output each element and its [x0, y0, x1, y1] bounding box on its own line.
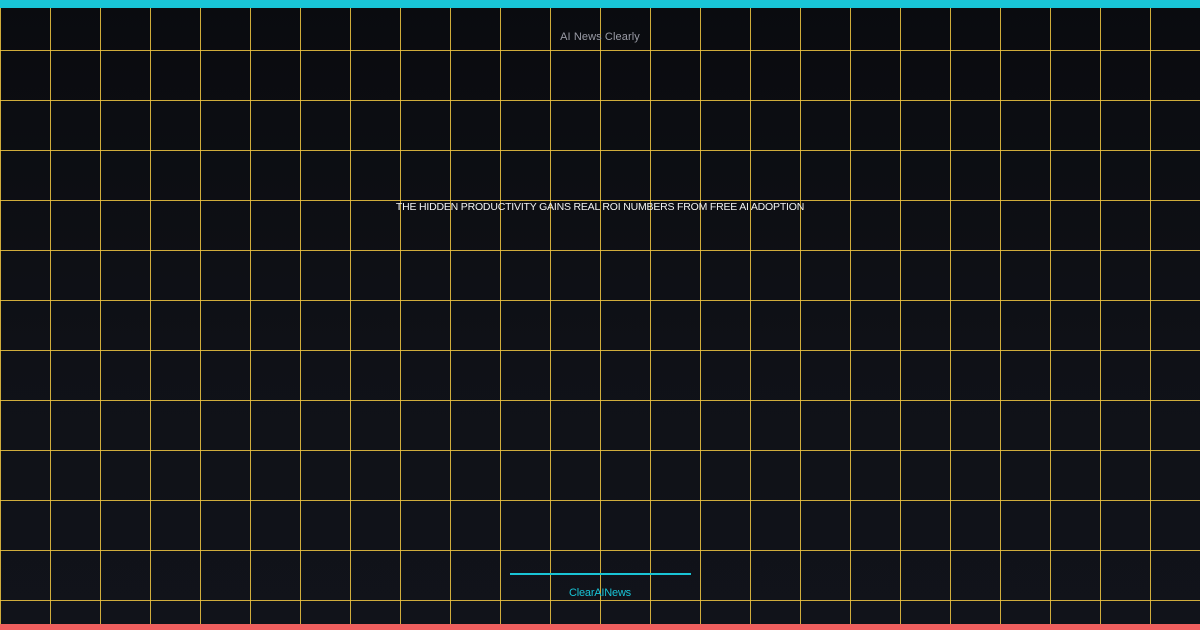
grid-overlay: [0, 0, 1200, 630]
bottom-accent-bar: [0, 624, 1200, 630]
site-name: AI News Clearly: [560, 31, 640, 43]
top-accent-bar: [0, 0, 1200, 8]
brand-name: ClearAINews: [569, 587, 631, 599]
brand-divider: [510, 573, 691, 575]
og-card: AI News Clearly THE HIDDEN PRODUCTIVITY …: [0, 0, 1200, 630]
headline: THE HIDDEN PRODUCTIVITY GAINS REAL ROI N…: [395, 201, 805, 213]
